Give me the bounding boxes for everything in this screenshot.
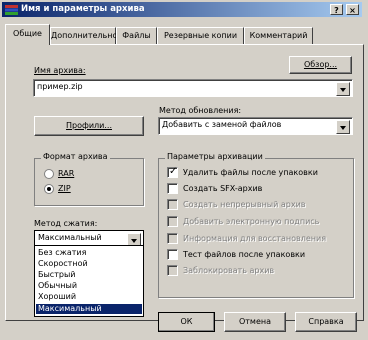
chevron-down-icon (340, 126, 346, 130)
lock-archive-label: Заблокировать архив (183, 266, 275, 275)
compression-option[interactable]: Скоростной (36, 259, 142, 269)
create-sfx-checkbox[interactable] (167, 183, 178, 194)
compression-method-value: Максимальный (38, 233, 102, 242)
archive-name-value: пример.zip (37, 82, 83, 91)
compression-method-label: Метод сжатия: (34, 219, 98, 228)
compression-option[interactable]: Быстрый (36, 270, 142, 280)
solid-archive-checkbox (167, 199, 178, 210)
chevron-down-icon (340, 88, 346, 92)
create-sfx-label[interactable]: Создать SFX-архив (183, 184, 262, 193)
archive-name-input[interactable]: пример.zip (33, 79, 353, 97)
archive-name-dropdown-button[interactable] (336, 82, 350, 96)
cancel-button[interactable]: Отмена (224, 312, 286, 332)
close-title-button[interactable]: × (346, 4, 359, 15)
title-bar[interactable]: Имя и параметры архива ? × (2, 2, 362, 17)
format-zip-label[interactable]: ZIP (58, 184, 71, 193)
tab-files[interactable]: Файлы (116, 27, 157, 44)
help-title-button[interactable]: ? (330, 4, 343, 15)
tab-advanced[interactable]: Дополнительно (50, 27, 117, 44)
test-files-label[interactable]: Тест файлов после упаковки (183, 250, 305, 259)
tab-comment[interactable]: Комментарий (244, 27, 313, 44)
dialog-window: Имя и параметры архива ? × Общие Дополни… (0, 0, 368, 340)
compression-option-selected[interactable]: Максимальный (36, 304, 142, 314)
delete-files-checkbox[interactable]: ✓ (167, 166, 178, 178)
digital-signature-checkbox (167, 216, 178, 227)
recovery-info-label: Информация для восстановления (183, 234, 327, 243)
help-button[interactable]: Справка (295, 312, 357, 332)
archive-format-group: Формат архива (34, 152, 144, 206)
tab-backup[interactable]: Резервные копии (157, 27, 244, 44)
delete-files-label[interactable]: Удалить файлы после упаковки (183, 168, 318, 177)
chevron-down-icon (131, 239, 137, 243)
compression-option[interactable]: Хороший (36, 292, 142, 302)
compression-option[interactable]: Без сжатия (36, 248, 142, 258)
archive-params-title: Параметры архивации (165, 152, 265, 161)
lock-archive-checkbox (167, 265, 178, 276)
profiles-button[interactable]: Профили... (34, 116, 144, 136)
winrar-app-icon (5, 5, 18, 15)
compression-option[interactable]: Обычный (36, 281, 142, 291)
window-title: Имя и параметры архива (21, 4, 145, 14)
update-method-value: Добавить с заменой файлов (162, 120, 282, 129)
update-method-select[interactable]: Добавить с заменой файлов (158, 117, 353, 135)
format-rar-label[interactable]: RAR (58, 169, 74, 178)
format-zip-radio[interactable] (44, 184, 54, 194)
format-rar-radio[interactable] (44, 169, 54, 179)
test-files-checkbox[interactable] (167, 249, 178, 260)
browse-button[interactable]: Обзор... (289, 56, 352, 74)
compression-options-list: Без сжатия Скоростной Быстрый Обычный Хо… (34, 245, 144, 317)
digital-signature-label: Добавить электронную подпись (183, 217, 320, 226)
update-method-dropdown-button[interactable] (336, 120, 350, 134)
recovery-info-checkbox (167, 233, 178, 244)
archive-format-title: Формат архива (41, 152, 110, 161)
archive-name-label: Имя архива: (34, 66, 86, 75)
tab-general[interactable]: Общие (5, 24, 50, 45)
update-method-label: Метод обновления: (159, 106, 242, 115)
solid-archive-label: Создать непрерывный архив (183, 200, 306, 209)
archive-params-group: Параметры архивации (158, 152, 354, 298)
ok-button[interactable]: ОК (158, 312, 215, 332)
